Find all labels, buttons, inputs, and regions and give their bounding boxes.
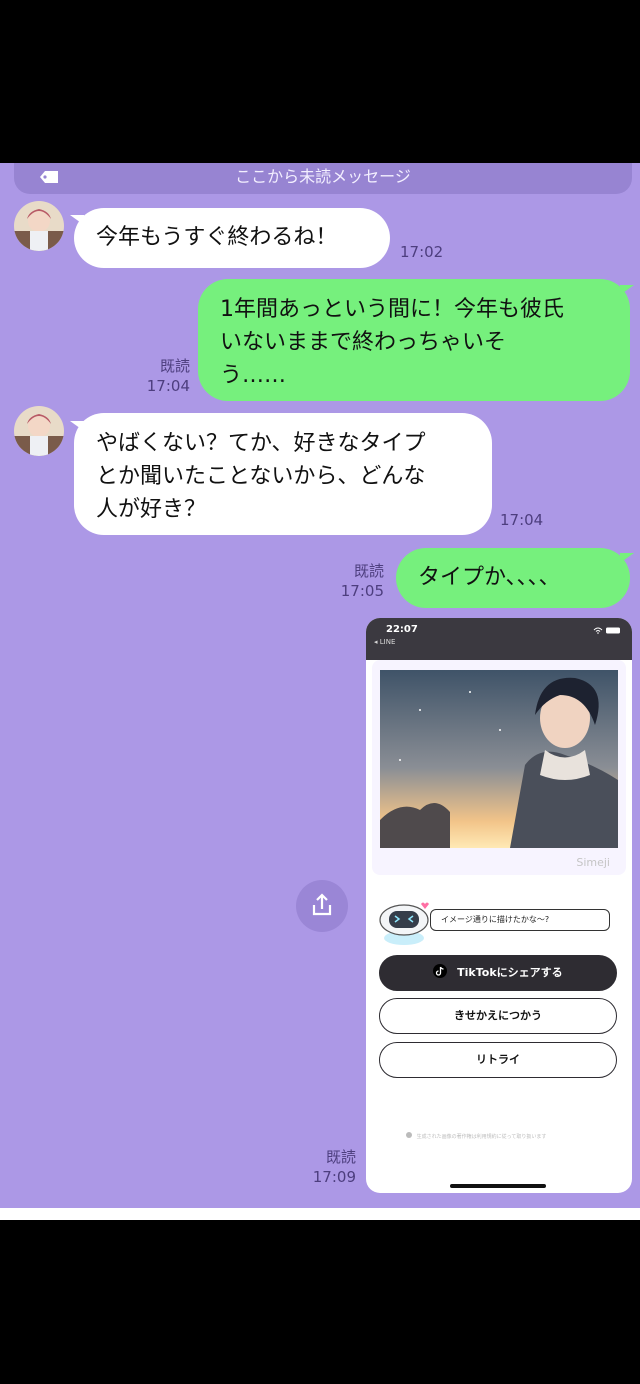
footnote-text: 生成された画像の著作権は利用規約に従って取り扱います [416,1134,547,1140]
use-as-theme-label: きせかえにつかう [454,1009,542,1022]
message-text: う…… [220,363,287,388]
message-text: 人が好き？ [96,497,207,522]
read-receipt: 既読 [159,357,190,375]
unread-banner: ここから未読メッセージ [14,163,632,194]
image-message[interactable]: 22:07 ◂ LINE Simeji イメージ通りに描けたかな〜? TikTo… [366,618,632,1193]
chat-area[interactable]: ここから未読メッセージ 今年もうすぐ終わるね！ 17:02 1年間あっという間に… [0,163,640,1208]
tag-icon [40,171,58,183]
message-text: タイプか、、、、 [418,565,561,590]
retry-button[interactable]: リトライ [379,1042,617,1078]
info-icon [406,1132,412,1138]
status-bar: 22:07 ◂ LINE [366,618,632,660]
avatar[interactable] [14,201,64,251]
message-text: 1年間あっという間に！今年も彼氏 [220,297,564,322]
retry-label: リトライ [476,1053,520,1066]
message-bubble-incoming[interactable]: やばくない？てか、好きなタイプ とか聞いたことないから、どんな 人が好き？ [74,413,492,535]
tiktok-icon [433,964,448,978]
message-text: 今年もうすぐ終わるね！ [96,225,338,250]
message-text: とか聞いたことないから、どんな [96,464,426,489]
message-bubble-outgoing[interactable]: タイプか、、、、 [396,548,630,608]
message-text: やばくない？てか、好きなタイプ [96,431,426,456]
robot-mascot-icon [379,902,429,945]
message-bubble-incoming[interactable]: 今年もうすぐ終わるね！ [74,208,390,268]
speech-bubble: イメージ通りに描けたかな〜? [430,909,610,931]
back-to-line: ◂ LINE [374,638,396,646]
status-time: 22:07 [386,624,418,635]
read-receipt: 既読 [353,562,384,580]
message-time: 17:02 [400,243,444,261]
message-time: 17:04 [146,377,190,395]
share-button[interactable] [296,880,348,932]
simeji-watermark: Simeji [576,856,610,869]
bottom-strip [0,1208,640,1220]
tiktok-share-button[interactable]: TikTokにシェアする [379,955,617,991]
footnote: 生成された画像の著作権は利用規約に従って取り扱います [406,1132,546,1140]
message-time: 17:09 [312,1168,356,1186]
tiktok-share-label: TikTokにシェアする [457,966,563,979]
home-indicator [450,1184,546,1188]
share-icon [312,893,332,916]
unread-banner-label: ここから未読メッセージ [235,167,411,186]
battery-icon [606,627,620,634]
avatar[interactable] [14,406,64,456]
read-receipt: 既読 [325,1148,356,1166]
use-as-theme-button[interactable]: きせかえにつかう [379,998,617,1034]
generated-image[interactable] [380,670,618,848]
wifi-icon [593,627,620,634]
message-bubble-outgoing[interactable]: 1年間あっという間に！今年も彼氏 いないままで終わっちゃいそ う…… [198,279,630,401]
message-time: 17:05 [340,582,384,600]
message-text: いないままで終わっちゃいそ [220,330,507,355]
message-time: 17:04 [500,511,544,529]
